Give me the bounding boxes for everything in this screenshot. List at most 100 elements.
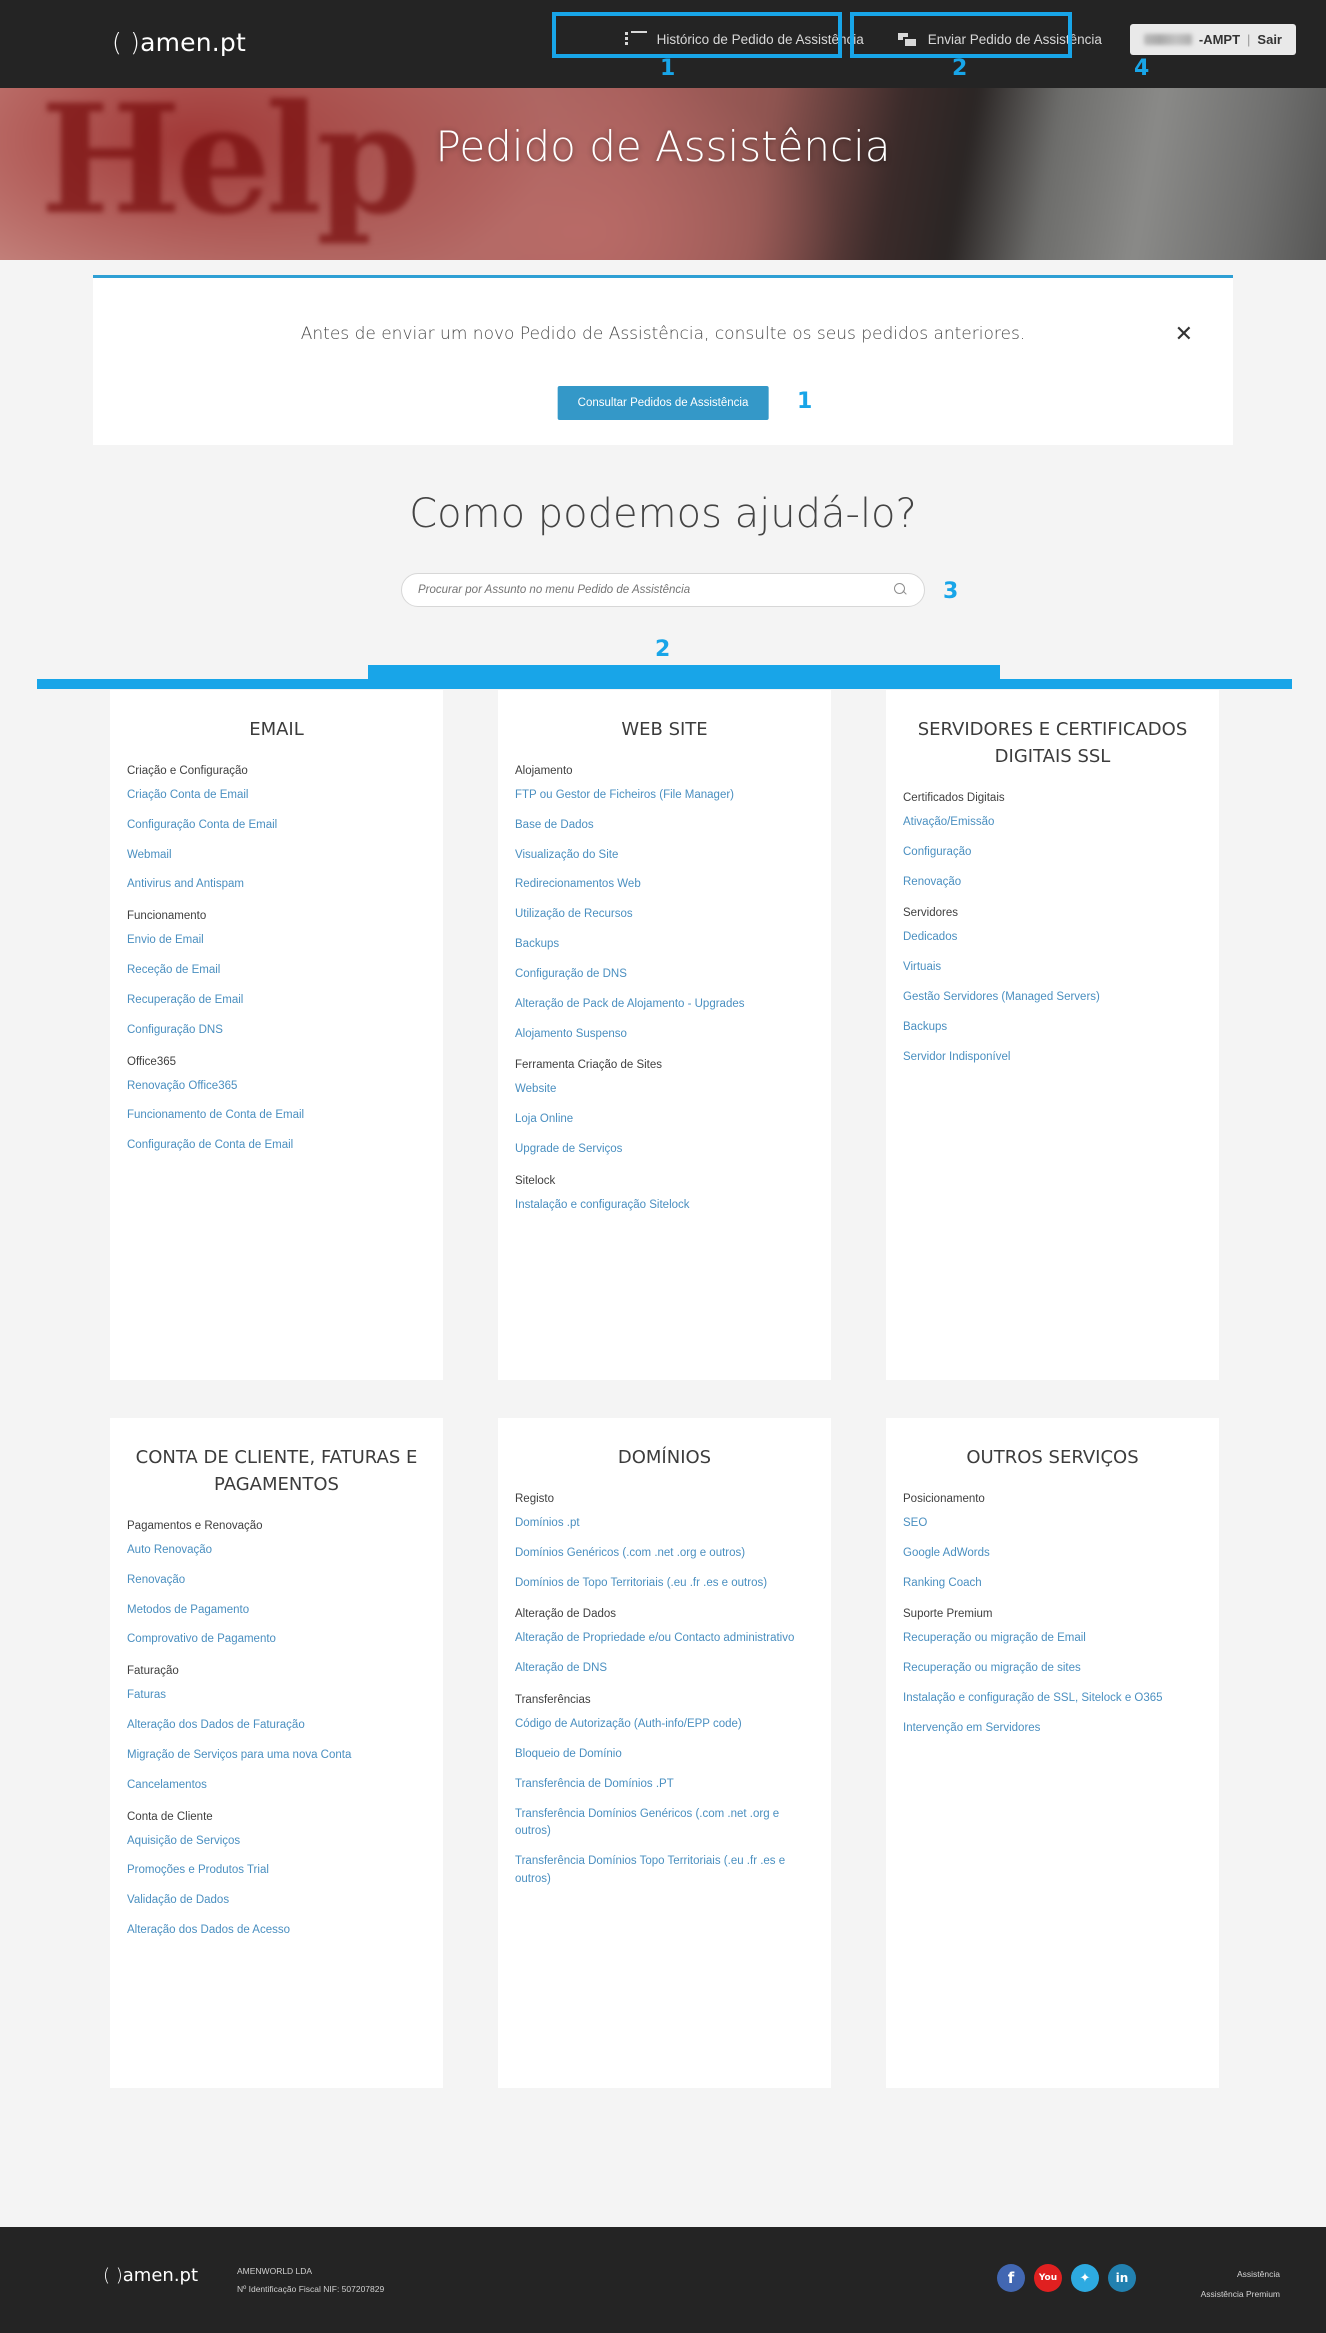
card-group: Ferramenta Criação de Sites Website Loja… (512, 1059, 817, 1158)
list-item[interactable]: Recuperação ou migração de Email (900, 1630, 1205, 1648)
close-icon[interactable]: ✕ (1175, 324, 1193, 346)
list-item[interactable]: Renovação (900, 874, 1205, 892)
card-servidores-ssl: SERVIDORES E CERTIFICADOS DIGITAIS SSL C… (886, 690, 1219, 1380)
list-item[interactable]: Renovação (124, 1572, 429, 1590)
list-item[interactable]: Bloqueio de Domínio (512, 1746, 817, 1764)
card-web-site: WEB SITE Alojamento FTP ou Gestor de Fic… (498, 690, 831, 1380)
list-item[interactable]: Gestão Servidores (Managed Servers) (900, 989, 1205, 1007)
list-item[interactable]: Google AdWords (900, 1545, 1205, 1563)
site-footer: ( )amen.pt AMENWORLD LDA Nº Identificaçã… (0, 2227, 1326, 2333)
list-item[interactable]: SEO (900, 1515, 1205, 1533)
card-outros-servicos: OUTROS SERVIÇOS Posicionamento SEO Googl… (886, 1418, 1219, 2088)
list-item[interactable]: Servidor Indisponível (900, 1049, 1205, 1067)
list-item[interactable]: Alojamento Suspenso (512, 1026, 817, 1044)
list-item[interactable]: Configuração (900, 844, 1205, 862)
footer-link-assistencia-premium[interactable]: Assistência Premium (1201, 2285, 1280, 2305)
list-item[interactable]: Transferência Domínios Topo Territoriais… (512, 1853, 817, 1889)
list-item[interactable]: Instalação e configuração Sitelock (512, 1197, 817, 1215)
list-item[interactable]: Renovação Office365 (124, 1078, 429, 1096)
cards-row-2: CONTA DE CLIENTE, FATURAS E PAGAMENTOS P… (110, 1418, 1220, 2088)
card-title: CONTA DE CLIENTE, FATURAS E PAGAMENTOS (135, 1447, 418, 1495)
logo-text: amen.pt (140, 28, 246, 57)
list-item[interactable]: Migração de Serviços para uma nova Conta (124, 1747, 429, 1765)
list-item[interactable]: Receção de Email (124, 962, 429, 980)
nav-enviar-pedido[interactable]: Enviar Pedido de Assistência (892, 25, 1106, 55)
list-item[interactable]: Domínios .pt (512, 1515, 817, 1533)
list-item[interactable]: Webmail (124, 847, 429, 865)
twitter-icon[interactable]: ✦ (1071, 2264, 1099, 2292)
group-label: Conta de Cliente (127, 1810, 213, 1823)
list-item[interactable]: Dedicados (900, 929, 1205, 947)
list-item[interactable]: Alteração de Pack de Alojamento - Upgrad… (512, 996, 817, 1014)
list-item[interactable]: Funcionamento de Conta de Email (124, 1107, 429, 1125)
youtube-icon[interactable]: You (1034, 2264, 1062, 2292)
list-item[interactable]: Loja Online (512, 1111, 817, 1129)
annotation-label-3-search: 3 (943, 579, 959, 604)
list-item[interactable]: Criação Conta de Email (124, 787, 429, 805)
search-bar[interactable] (401, 573, 925, 607)
page-title: Pedido de Assistência (435, 122, 891, 171)
card-email: EMAIL Criação e Configuração Criação Con… (110, 690, 443, 1380)
list-item[interactable]: Transferência de Domínios .PT (512, 1776, 817, 1794)
chip-separator: | (1247, 32, 1251, 47)
search-icon[interactable] (894, 583, 908, 597)
list-item[interactable]: Auto Renovação (124, 1542, 429, 1560)
list-item[interactable]: Ativação/Emissão (900, 814, 1205, 832)
logo-paren: ( ) (112, 28, 141, 57)
list-item[interactable]: Backups (900, 1019, 1205, 1037)
annotation-label-2-grid: 2 (655, 637, 671, 662)
consultar-pedidos-button[interactable]: Consultar Pedidos de Assistência (557, 386, 769, 420)
list-item[interactable]: Validação de Dados (124, 1892, 429, 1910)
list-item[interactable]: Antivirus and Antispam (124, 876, 429, 894)
list-item[interactable]: Cancelamentos (124, 1777, 429, 1795)
list-item[interactable]: Promoções e Produtos Trial (124, 1862, 429, 1880)
list-item[interactable]: Configuração DNS (124, 1022, 429, 1040)
nav-historico-pedido[interactable]: Histórico de Pedido de Assistência (621, 25, 868, 55)
list-item[interactable]: Domínios Genéricos (.com .net .org e out… (512, 1545, 817, 1563)
site-logo[interactable]: ( )amen.pt (112, 28, 246, 57)
footer-logo[interactable]: ( )amen.pt (103, 2265, 198, 2286)
list-item[interactable]: Alteração de DNS (512, 1660, 817, 1678)
list-item[interactable]: Intervenção em Servidores (900, 1720, 1205, 1738)
list-item[interactable]: Recuperação ou migração de sites (900, 1660, 1205, 1678)
list-item[interactable]: Configuração de Conta de Email (124, 1137, 429, 1155)
group-label: Certificados Digitais (903, 792, 1005, 804)
list-item[interactable]: Alteração dos Dados de Acesso (124, 1922, 429, 1940)
logout-link[interactable]: Sair (1257, 32, 1282, 47)
list-item[interactable]: Código de Autorização (Auth-info/EPP cod… (512, 1716, 817, 1734)
linkedin-icon[interactable]: in (1108, 2264, 1136, 2292)
footer-link-assistencia[interactable]: Assistência (1201, 2265, 1280, 2285)
hero-banner: Help Pedido de Assistência (0, 88, 1326, 260)
list-item[interactable]: Faturas (124, 1687, 429, 1705)
list-item[interactable]: Backups (512, 936, 817, 954)
list-icon (624, 30, 647, 49)
list-item[interactable]: Aquisição de Serviços (124, 1833, 429, 1851)
list-item[interactable]: Upgrade de Serviços (512, 1141, 817, 1159)
list-item[interactable]: Redirecionamentos Web (512, 876, 817, 894)
list-item[interactable]: Instalação e configuração de SSL, Sitelo… (900, 1690, 1205, 1708)
list-item[interactable]: Configuração de DNS (512, 966, 817, 984)
list-item[interactable]: Metodos de Pagamento (124, 1602, 429, 1620)
list-item[interactable]: Visualização do Site (512, 847, 817, 865)
list-item[interactable]: Recuperação de Email (124, 992, 429, 1010)
list-item[interactable]: Base de Dados (512, 817, 817, 835)
list-item[interactable]: Alteração dos Dados de Faturação (124, 1717, 429, 1735)
list-item[interactable]: Envio de Email (124, 932, 429, 950)
user-account-chip[interactable]: -AMPT | Sair (1129, 24, 1296, 55)
facebook-icon[interactable]: f (997, 2264, 1025, 2292)
list-item[interactable]: Domínios de Topo Territoriais (.eu .fr .… (512, 1575, 817, 1593)
search-input[interactable] (418, 584, 894, 596)
group-label: Faturação (127, 1665, 179, 1678)
list-item[interactable]: Configuração Conta de Email (124, 817, 429, 835)
group-label: Transferências (515, 1694, 591, 1707)
list-item[interactable]: FTP ou Gestor de Ficheiros (File Manager… (512, 787, 817, 805)
list-item[interactable]: Alteração de Propriedade e/ou Contacto a… (512, 1630, 817, 1648)
list-item[interactable]: Comprovativo de Pagamento (124, 1631, 429, 1649)
list-item[interactable]: Virtuais (900, 959, 1205, 977)
list-item[interactable]: Utilização de Recursos (512, 906, 817, 924)
group-label: Pagamentos e Renovação (127, 1520, 263, 1532)
card-group: Sitelock Instalação e configuração Sitel… (512, 1175, 817, 1215)
list-item[interactable]: Website (512, 1081, 817, 1099)
list-item[interactable]: Transferência Domínios Genéricos (.com .… (512, 1806, 817, 1842)
list-item[interactable]: Ranking Coach (900, 1575, 1205, 1593)
